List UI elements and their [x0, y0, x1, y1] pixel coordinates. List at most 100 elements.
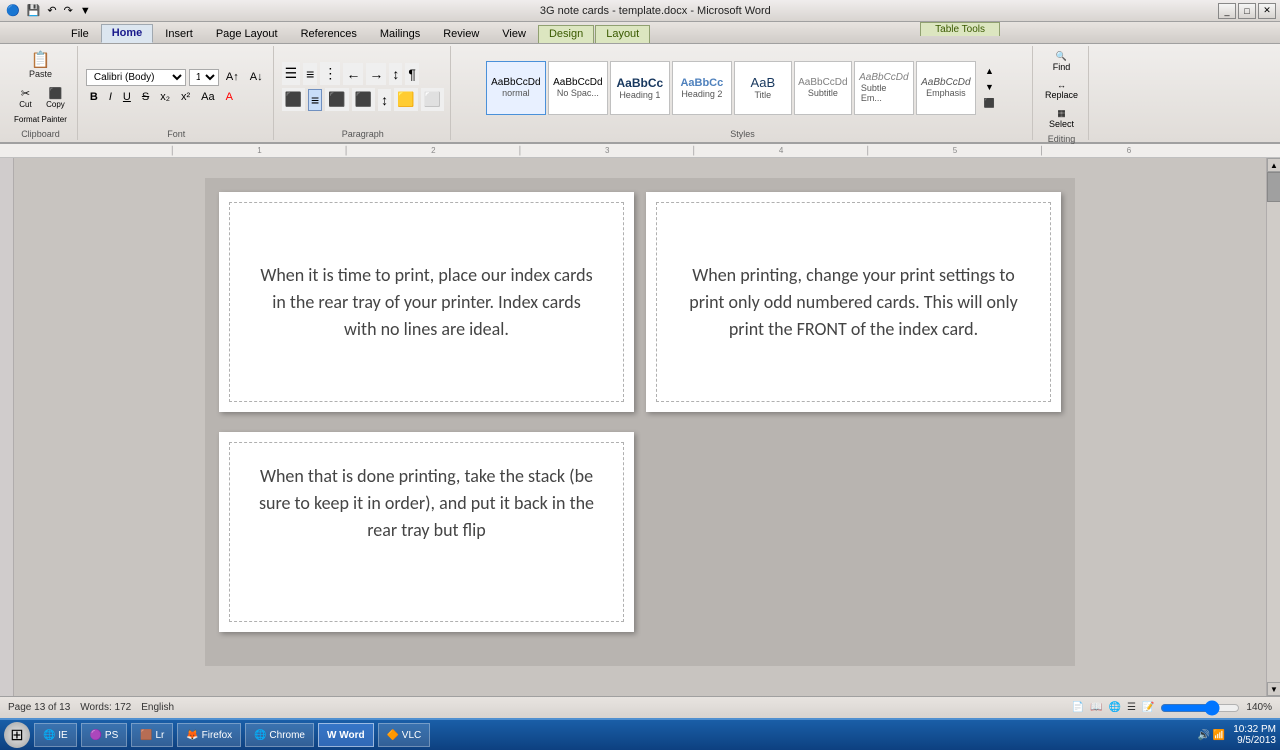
find-icon: 🔍 [1056, 51, 1067, 62]
italic-button[interactable]: I [105, 89, 116, 105]
align-right-btn[interactable]: ⬛ [325, 88, 348, 111]
font-grow-btn[interactable]: A↑ [222, 69, 243, 85]
view-full-read-icon[interactable]: 📖 [1090, 702, 1102, 713]
justify-btn[interactable]: ⬛ [352, 88, 375, 111]
multilevel-btn[interactable]: ⋮ [320, 62, 340, 85]
start-button[interactable]: ⊞ [4, 722, 30, 748]
cut-icon: ✂ [21, 87, 30, 100]
qa-more-btn[interactable]: ▼ [78, 4, 93, 18]
word-count: Words: 172 [80, 702, 131, 713]
tab-insert[interactable]: Insert [154, 25, 204, 43]
tab-layout[interactable]: Layout [595, 25, 650, 43]
shading-btn[interactable]: 🟨 [394, 88, 417, 111]
select-icon: ▦ [1057, 108, 1066, 119]
align-center-btn[interactable]: ≡ [308, 89, 322, 111]
tab-page-layout[interactable]: Page Layout [205, 25, 289, 43]
style-subtitle[interactable]: AaBbCcDd Subtitle [794, 61, 852, 115]
tab-file[interactable]: File [60, 25, 100, 43]
clipboard-group: 📋 Paste ✂ Cut ⬛ Copy Format Painter [4, 46, 78, 140]
scroll-up-btn[interactable]: ▲ [1267, 158, 1280, 172]
font-size-select[interactable]: 10 [189, 69, 219, 86]
underline-button[interactable]: U [119, 89, 135, 105]
card1-inner[interactable]: When it is time to print, place our inde… [229, 202, 624, 402]
card2-inner[interactable]: When printing, change your print setting… [656, 202, 1051, 402]
styles-content: AaBbCcDd normal AaBbCcDd No Spac... AaBb… [486, 48, 999, 127]
select-button[interactable]: ▦ Select [1045, 105, 1078, 132]
align-row: ⬛ ≡ ⬛ ⬛ ↕ 🟨 ⬜ [282, 88, 444, 111]
taskbar-lr-btn[interactable]: 🟫 Lr [131, 723, 173, 747]
styles-more-btn[interactable]: ⬛ [980, 96, 999, 111]
font-shrink-btn[interactable]: A↓ [246, 69, 267, 85]
tab-design[interactable]: Design [538, 25, 594, 43]
undo-qa-btn[interactable]: ↶ [45, 3, 58, 18]
taskbar-chrome-btn[interactable]: 🌐 Chrome [245, 723, 314, 747]
increase-indent-btn[interactable]: → [366, 63, 386, 85]
taskbar-clock: 10:32 PM 9/5/2013 [1233, 724, 1276, 746]
maximize-button[interactable]: □ [1238, 3, 1256, 19]
cut-button[interactable]: ✂ Cut [11, 84, 39, 112]
sort-btn[interactable]: ↕ [389, 63, 402, 85]
taskbar-vlc-btn[interactable]: 🔶 VLC [378, 723, 431, 747]
superscript-button[interactable]: x² [177, 89, 194, 105]
tab-view[interactable]: View [491, 25, 537, 43]
copy-icon: ⬛ [49, 87, 63, 100]
scrollbar-track[interactable] [1267, 172, 1280, 682]
view-outline-icon[interactable]: ☰ [1127, 702, 1136, 713]
minimize-button[interactable]: _ [1218, 3, 1236, 19]
zoom-slider[interactable] [1160, 700, 1240, 716]
font-format-row: B I U S x₂ x² Aa A [86, 89, 237, 105]
border-btn[interactable]: ⬜ [421, 88, 444, 111]
scrollbar-thumb[interactable] [1267, 172, 1280, 202]
font-content: Calibri (Body) 10 A↑ A↓ B I U S x₂ x² Aa… [86, 48, 267, 127]
tab-home[interactable]: Home [101, 24, 154, 43]
clear-format-button[interactable]: Aa [197, 89, 218, 105]
taskbar-ps-btn[interactable]: 🟣 PS [81, 723, 128, 747]
view-web-icon[interactable]: 🌐 [1109, 702, 1121, 713]
strikethrough-button[interactable]: S [138, 89, 153, 105]
style-normal[interactable]: AaBbCcDd normal [486, 61, 546, 115]
copy-button[interactable]: ⬛ Copy [41, 84, 69, 112]
format-painter-button[interactable]: Format Painter [10, 112, 71, 127]
find-label: Find [1053, 62, 1071, 72]
bold-button[interactable]: B [86, 89, 102, 105]
taskbar-firefox-btn[interactable]: 🦊 Firefox [177, 723, 241, 747]
scroll-down-btn[interactable]: ▼ [1267, 682, 1280, 696]
decrease-indent-btn[interactable]: ← [343, 63, 363, 85]
ribbon-tabs-container: Table Tools File Home Insert Page Layout… [0, 22, 1280, 44]
style-heading2[interactable]: AaBbCc Heading 2 [672, 61, 732, 115]
line-spacing-btn[interactable]: ↕ [378, 89, 391, 111]
align-left-btn[interactable]: ⬛ [282, 88, 305, 111]
style-no-space[interactable]: AaBbCcDd No Spac... [548, 61, 608, 115]
sys-tray-icons: 🔊 📶 [1198, 730, 1226, 741]
view-print-icon[interactable]: 📄 [1072, 702, 1084, 713]
show-marks-btn[interactable]: ¶ [405, 63, 419, 85]
numbering-btn[interactable]: ≡ [303, 63, 317, 85]
font-name-select[interactable]: Calibri (Body) [86, 69, 186, 86]
redo-qa-btn[interactable]: ↷ [62, 3, 75, 18]
taskbar-word-btn[interactable]: W Word [318, 723, 374, 747]
style-subtle-em[interactable]: AaBbCcDd Subtle Em... [854, 61, 914, 115]
styles-scroll-down-btn[interactable]: ▼ [980, 80, 999, 94]
style-title[interactable]: AaB Title [734, 61, 792, 115]
save-qa-btn[interactable]: 💾 [25, 3, 43, 18]
tab-references[interactable]: References [290, 25, 368, 43]
font-color-button[interactable]: A [222, 89, 237, 105]
tab-review[interactable]: Review [432, 25, 490, 43]
paste-button[interactable]: 📋 Paste [20, 48, 60, 84]
style-heading1[interactable]: AaBbCc Heading 1 [610, 61, 670, 115]
find-button[interactable]: 🔍 Find [1047, 48, 1075, 75]
style-emphasis[interactable]: AaBbCcDd Emphasis [916, 61, 976, 115]
taskbar-ie-btn[interactable]: 🌐 IE [34, 723, 77, 747]
close-button[interactable]: ✕ [1258, 3, 1276, 19]
replace-button[interactable]: ↔ Replace [1041, 77, 1082, 103]
card3-inner[interactable]: When that is done printing, take the sta… [229, 442, 624, 622]
subscript-button[interactable]: x₂ [156, 89, 174, 105]
style-h2-preview: AaBbCc [680, 77, 723, 89]
editing-group: 🔍 Find ↔ Replace ▦ Select Editing [1035, 46, 1089, 140]
view-draft-icon[interactable]: 📝 [1142, 702, 1154, 713]
bullets-btn[interactable]: ☰ [282, 62, 301, 85]
document-area[interactable]: When it is time to print, place our inde… [14, 158, 1266, 696]
styles-scroll-up-btn[interactable]: ▲ [980, 64, 999, 78]
paste-label: Paste [29, 69, 52, 79]
tab-mailings[interactable]: Mailings [369, 25, 431, 43]
